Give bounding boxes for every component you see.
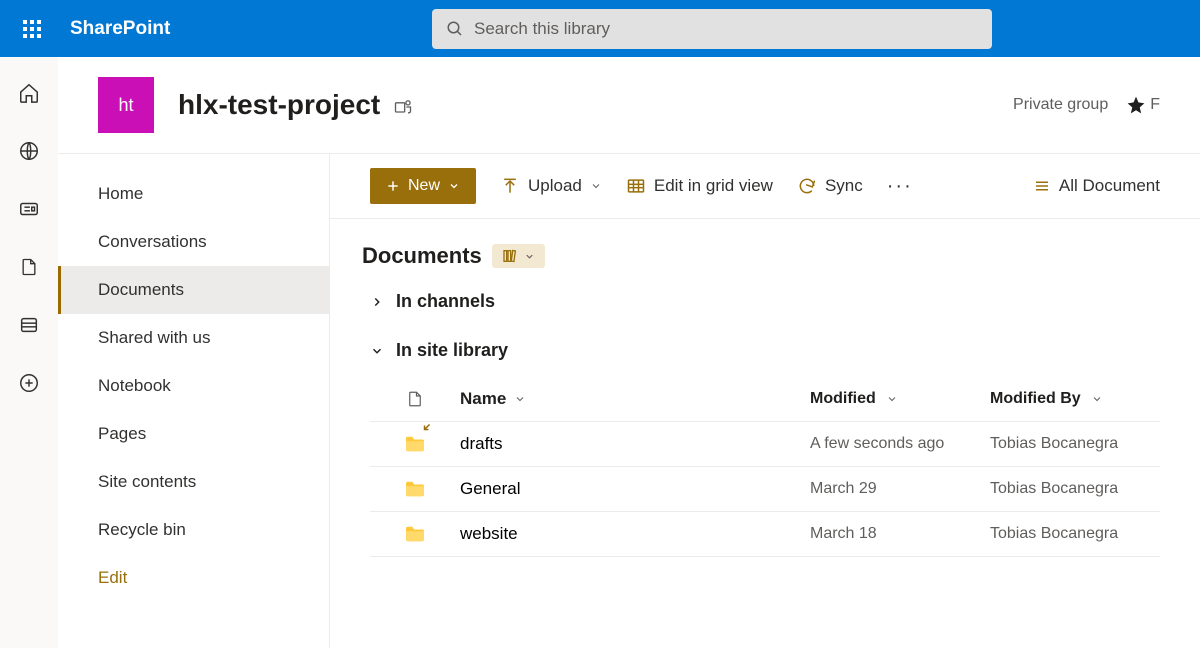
main: New Upload Edit in grid view Sync xyxy=(330,153,1200,648)
chevron-down-icon xyxy=(448,180,460,192)
row-name[interactable]: website xyxy=(460,524,810,544)
chevron-down-icon xyxy=(886,393,898,405)
row-modified-by[interactable]: Tobias Bocanegra xyxy=(990,480,1160,498)
app-rail xyxy=(0,57,58,648)
nav-conversations[interactable]: Conversations xyxy=(58,218,329,266)
library-icon xyxy=(502,248,518,264)
app-launcher-icon[interactable] xyxy=(8,5,56,53)
table-row[interactable]: drafts A few seconds ago Tobias Bocanegr… xyxy=(370,422,1160,467)
row-modified: A few seconds ago xyxy=(810,435,990,453)
chevron-down-icon xyxy=(514,393,526,405)
section-site-library[interactable]: In site library xyxy=(370,340,1160,361)
table-header: Name Modified Modified By xyxy=(370,377,1160,422)
command-bar: New Upload Edit in grid view Sync xyxy=(330,154,1200,219)
col-modified-header[interactable]: Modified xyxy=(810,390,990,408)
upload-button[interactable]: Upload xyxy=(500,176,602,196)
brand-label[interactable]: SharePoint xyxy=(70,18,170,40)
chevron-right-icon xyxy=(370,295,384,309)
more-actions-button[interactable]: ··· xyxy=(887,175,913,198)
new-button[interactable]: New xyxy=(370,168,476,204)
left-nav: Home Conversations Documents Shared with… xyxy=(58,153,330,648)
sync-icon xyxy=(797,176,817,196)
star-icon xyxy=(1126,95,1146,115)
folder-icon xyxy=(404,480,426,498)
globe-icon[interactable] xyxy=(13,135,45,167)
view-switcher[interactable]: All Document xyxy=(1033,176,1160,196)
col-name-header[interactable]: Name xyxy=(460,389,810,409)
row-modified: March 18 xyxy=(810,525,990,543)
row-modified-by[interactable]: Tobias Bocanegra xyxy=(990,435,1160,453)
shortcut-badge-icon xyxy=(421,421,433,433)
chevron-down-icon xyxy=(590,180,602,192)
nav-edit[interactable]: Edit xyxy=(58,554,329,602)
file-table: Name Modified Modified By xyxy=(370,377,1160,557)
search-icon xyxy=(446,20,464,38)
follow-button[interactable]: F xyxy=(1126,95,1160,115)
list-icon[interactable] xyxy=(13,309,45,341)
grid-view-button[interactable]: Edit in grid view xyxy=(626,176,773,196)
row-name[interactable]: drafts xyxy=(460,434,810,454)
plus-icon xyxy=(386,179,400,193)
nav-documents[interactable]: Documents xyxy=(58,266,329,314)
nav-pages[interactable]: Pages xyxy=(58,410,329,458)
row-modified-by[interactable]: Tobias Bocanegra xyxy=(990,525,1160,543)
row-modified: March 29 xyxy=(810,480,990,498)
nav-recycle-bin[interactable]: Recycle bin xyxy=(58,506,329,554)
col-modified-by-header[interactable]: Modified By xyxy=(990,390,1160,408)
library-title: Documents xyxy=(362,243,482,269)
upload-icon xyxy=(500,176,520,196)
teams-icon[interactable] xyxy=(392,89,414,120)
site-name[interactable]: hlx-test-project xyxy=(178,89,414,121)
row-name[interactable]: General xyxy=(460,479,810,499)
nav-site-contents[interactable]: Site contents xyxy=(58,458,329,506)
privacy-label: Private group xyxy=(1013,96,1108,114)
folder-icon xyxy=(404,435,426,453)
chevron-down-icon xyxy=(1091,393,1103,405)
table-row[interactable]: website March 18 Tobias Bocanegra xyxy=(370,512,1160,557)
table-row[interactable]: General March 29 Tobias Bocanegra xyxy=(370,467,1160,512)
chevron-down-icon xyxy=(524,251,535,262)
topbar: SharePoint xyxy=(0,0,1200,57)
file-icon[interactable] xyxy=(13,251,45,283)
site-header: ht hlx-test-project Private group F xyxy=(58,57,1200,153)
file-type-icon[interactable] xyxy=(406,389,424,409)
search-box[interactable] xyxy=(432,9,992,49)
sync-button[interactable]: Sync xyxy=(797,176,863,196)
section-channels[interactable]: In channels xyxy=(370,291,1160,312)
search-input[interactable] xyxy=(474,19,978,39)
view-pill[interactable] xyxy=(492,244,545,268)
add-circle-icon[interactable] xyxy=(13,367,45,399)
chevron-down-icon xyxy=(370,344,384,358)
folder-icon xyxy=(404,525,426,543)
site-logo[interactable]: ht xyxy=(98,77,154,133)
nav-home[interactable]: Home xyxy=(58,170,329,218)
nav-notebook[interactable]: Notebook xyxy=(58,362,329,410)
list-view-icon xyxy=(1033,177,1051,195)
news-icon[interactable] xyxy=(13,193,45,225)
grid-icon xyxy=(626,176,646,196)
nav-shared[interactable]: Shared with us xyxy=(58,314,329,362)
home-icon[interactable] xyxy=(13,77,45,109)
